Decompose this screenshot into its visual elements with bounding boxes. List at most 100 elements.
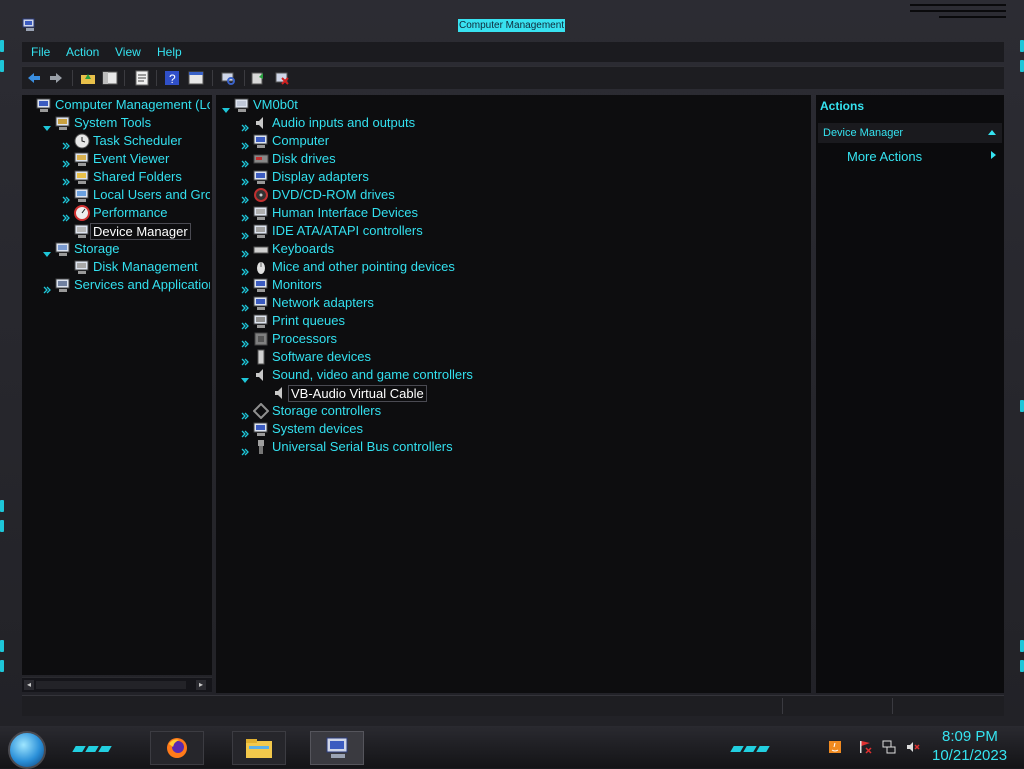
update-driver-icon[interactable]	[250, 70, 266, 86]
collapse-arrow-icon[interactable]	[241, 443, 249, 456]
tree-item-event-viewer[interactable]: Event Viewer	[22, 150, 210, 168]
actions-pane: Actions Device Manager More Actions	[816, 95, 1004, 693]
menu-help[interactable]: Help	[157, 45, 182, 59]
tree-item-system-devices[interactable]: System devices	[216, 420, 806, 438]
tree-item-label: Event Viewer	[93, 151, 170, 166]
tree-item-processors[interactable]: Processors	[216, 330, 806, 348]
collapse-arrow-icon[interactable]	[241, 353, 249, 366]
tree-item-system-tools[interactable]: System Tools	[22, 114, 210, 132]
tree-item-monitors[interactable]: Monitors	[216, 276, 806, 294]
collapse-arrow-icon[interactable]	[241, 281, 249, 294]
tree-item-shared-folders[interactable]: Shared Folders	[22, 168, 210, 186]
tree-item-computer[interactable]: Computer	[216, 132, 806, 150]
help-icon[interactable]: ?	[164, 70, 180, 86]
scroll-right-icon[interactable]: ▸	[196, 680, 206, 690]
collapse-arrow-icon[interactable]	[241, 407, 249, 420]
collapse-arrow-icon[interactable]	[62, 209, 70, 222]
tree-item-mice-and-other-pointing-devices[interactable]: Mice and other pointing devices	[216, 258, 806, 276]
submenu-arrow-icon[interactable]	[991, 151, 996, 159]
tree-item-performance[interactable]: Performance	[22, 204, 210, 222]
device-tree-pane[interactable]: VM0b0t Audio inputs and outputs Computer Di…	[216, 95, 811, 693]
collapse-arrow-icon[interactable]	[241, 173, 249, 186]
tree-item-universal-serial-bus-controllers[interactable]: Universal Serial Bus controllers	[216, 438, 806, 456]
collapse-arrow-icon[interactable]	[62, 155, 70, 168]
tree-item-services-and-applications[interactable]: Services and Applications	[22, 276, 210, 294]
java-icon[interactable]	[828, 740, 842, 754]
tree-item-keyboards[interactable]: Keyboards	[216, 240, 806, 258]
clock-date[interactable]: 10/21/2023	[932, 747, 1007, 764]
tree-item-storage-controllers[interactable]: Storage controllers	[216, 402, 806, 420]
collapse-arrow-icon[interactable]	[241, 317, 249, 330]
collapse-arrow-icon[interactable]	[62, 191, 70, 204]
clock-time[interactable]: 8:09 PM	[942, 728, 998, 745]
console-tree-pane[interactable]: Computer Management (Local) System Tools T…	[22, 95, 212, 675]
monitor-icon	[253, 277, 269, 293]
tree-item-vm0b0t[interactable]: VM0b0t	[216, 96, 806, 114]
tree-item-software-devices[interactable]: Software devices	[216, 348, 806, 366]
uninstall-device-icon[interactable]	[274, 70, 290, 86]
tree-item-display-adapters[interactable]: Display adapters	[216, 168, 806, 186]
back-icon[interactable]	[26, 70, 42, 86]
show-hide-tree-icon[interactable]	[102, 70, 118, 86]
scroll-thumb[interactable]	[36, 681, 186, 689]
event-viewer-icon	[74, 151, 90, 167]
taskbar-file-explorer[interactable]	[232, 731, 286, 765]
collapse-arrow-icon[interactable]	[43, 281, 51, 294]
storage-controller-icon	[252, 402, 270, 420]
tree-item-computer-management-local[interactable]: Computer Management (Local)	[22, 96, 210, 114]
collapse-arrow-icon[interactable]	[241, 227, 249, 240]
network-icon[interactable]	[882, 740, 896, 754]
console-view-icon[interactable]	[188, 70, 204, 86]
tree-item-device-manager[interactable]: Device Manager	[22, 222, 210, 240]
tree-item-task-scheduler[interactable]: Task Scheduler	[22, 132, 210, 150]
collapse-up-icon[interactable]	[988, 130, 996, 135]
tree-item-dvd-cd-rom-drives[interactable]: DVD/CD-ROM drives	[216, 186, 806, 204]
collapse-arrow-icon[interactable]	[241, 119, 249, 132]
collapse-arrow-icon[interactable]	[241, 245, 249, 258]
tree-item-disk-drives[interactable]: Disk drives	[216, 150, 806, 168]
actions-section-device-manager[interactable]: Device Manager	[818, 123, 1002, 143]
flag-icon[interactable]	[858, 740, 872, 754]
tree-item-audio-inputs-and-outputs[interactable]: Audio inputs and outputs	[216, 114, 806, 132]
scan-hardware-icon[interactable]	[220, 70, 236, 86]
taskbar-computer-management[interactable]	[310, 731, 364, 765]
collapse-arrow-icon[interactable]	[241, 425, 249, 438]
tree-item-network-adapters[interactable]: Network adapters	[216, 294, 806, 312]
tree-item-storage[interactable]: Storage	[22, 240, 210, 258]
tree-item-print-queues[interactable]: Print queues	[216, 312, 806, 330]
collapse-arrow-icon[interactable]	[241, 191, 249, 204]
tree-item-human-interface-devices[interactable]: Human Interface Devices	[216, 204, 806, 222]
collapse-arrow-icon[interactable]	[62, 173, 70, 186]
tree-item-vb-audio-virtual-cable[interactable]: VB-Audio Virtual Cable	[216, 384, 806, 402]
console-tree-hscrollbar[interactable]: ◂ ▸	[22, 677, 212, 692]
volume-muted-icon[interactable]	[906, 740, 920, 754]
more-actions-item[interactable]: More Actions	[847, 149, 922, 164]
expand-arrow-icon[interactable]	[43, 245, 51, 257]
collapse-arrow-icon[interactable]	[241, 263, 249, 276]
forward-icon[interactable]	[48, 70, 64, 86]
collapse-arrow-icon[interactable]	[62, 137, 70, 150]
collapse-arrow-icon[interactable]	[241, 299, 249, 312]
tree-item-sound-video-and-game-controllers[interactable]: Sound, video and game controllers	[216, 366, 806, 384]
collapse-arrow-icon[interactable]	[241, 137, 249, 150]
expand-arrow-icon[interactable]	[222, 101, 230, 113]
collapse-arrow-icon[interactable]	[241, 335, 249, 348]
menu-view[interactable]: View	[115, 45, 141, 59]
menu-file[interactable]: File	[31, 45, 50, 59]
taskbar-firefox[interactable]	[150, 731, 204, 765]
properties-icon[interactable]	[134, 70, 150, 86]
collapse-arrow-icon[interactable]	[241, 155, 249, 168]
tree-item-ide-ata-atapi-controllers[interactable]: IDE ATA/ATAPI controllers	[216, 222, 806, 240]
title-bar[interactable]: Computer Management	[0, 0, 1024, 40]
scroll-left-icon[interactable]: ◂	[24, 680, 34, 690]
expand-arrow-icon[interactable]	[241, 371, 249, 383]
expand-arrow-icon[interactable]	[43, 119, 51, 131]
up-folder-icon[interactable]	[80, 70, 96, 86]
network-adapter-icon	[253, 295, 269, 311]
start-button[interactable]	[8, 731, 46, 769]
collapse-arrow-icon[interactable]	[241, 209, 249, 222]
tree-item-disk-management[interactable]: Disk Management	[22, 258, 210, 276]
tree-item-local-users-and-groups[interactable]: Local Users and Groups	[22, 186, 210, 204]
menu-action[interactable]: Action	[66, 45, 99, 59]
tree-item-label: Display adapters	[272, 169, 369, 184]
